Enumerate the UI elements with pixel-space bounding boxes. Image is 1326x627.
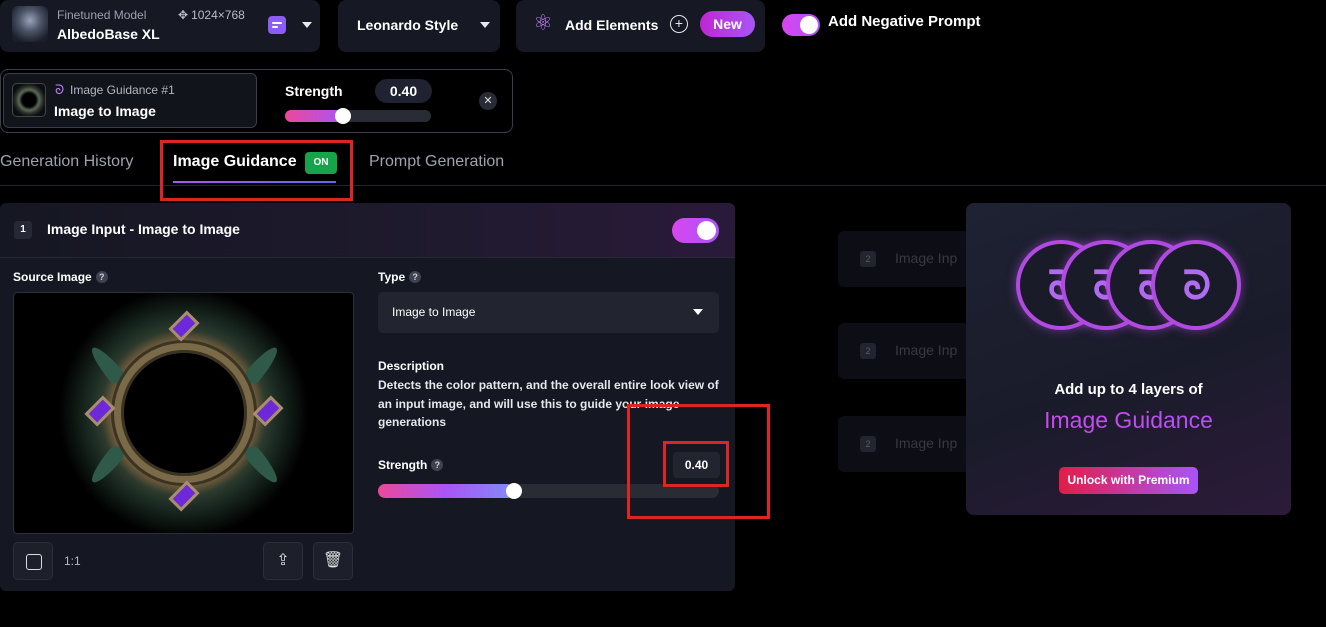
atom-icon: ⚛ [533,10,553,35]
source-image-label-text: Source Image [13,270,92,284]
plus-icon[interactable]: + [670,15,688,33]
unlock-premium-button[interactable]: Unlock with Premium [1059,467,1198,494]
trash-icon[interactable]: 🗑 [313,542,353,580]
gem-decoration [168,480,200,512]
negative-prompt-toggle[interactable] [782,14,820,36]
new-badge: New [700,11,755,37]
help-icon[interactable]: ? [95,271,108,283]
source-image[interactable] [13,292,354,534]
leaf-decoration [241,443,283,487]
locked-layer: 2 Image Inp [838,323,978,379]
prompt-tool-icon[interactable] [268,16,286,34]
type-label-text: Type [378,270,406,284]
layer-label: Image Inp [895,250,958,266]
move-icon: ✥ [178,8,189,22]
layer-number: 2 [860,251,876,267]
premium-subtitle: Image Guidance [966,407,1291,434]
layer-number: 2 [860,343,876,359]
negative-prompt-label: Add Negative Prompt [828,13,981,30]
guidance-chip-label: Image Guidance #1 [70,83,175,97]
upload-icon[interactable]: ⇪ [263,542,303,580]
image-dimensions[interactable]: ✥ 1024×768 [178,8,245,22]
slider-thumb[interactable] [335,108,352,124]
help-icon[interactable]: ? [409,271,422,283]
layer-number: 2 [860,436,876,452]
model-name: AlbedoBase XL [57,26,160,42]
tab-generation-history[interactable]: Generation History [0,153,133,171]
gem-decoration [84,395,116,427]
layer-label: Image Inp [895,342,958,358]
leaf-decoration [241,343,283,387]
chip-strength-slider[interactable] [285,108,431,124]
highlight-box-small [663,441,729,487]
tab-prompt-generation[interactable]: Prompt Generation [369,153,504,171]
aspect-ratio-button[interactable] [13,542,53,580]
layer-label: Image Inp [895,435,958,451]
model-avatar [12,6,48,42]
step-number: 1 [14,221,32,239]
gem-decoration [168,310,200,342]
type-value: Image to Image [392,305,476,319]
guidance-icon: ᘐ [55,82,65,97]
add-elements-label: Add Elements [565,17,659,33]
dimensions-value: 1024×768 [191,8,245,22]
card-title: Image Input - Image to Image [47,221,240,237]
locked-layer: 2 Image Inp [838,416,978,472]
guidance-chip-title: Image to Image [54,103,156,119]
guidance-layer-icon: ᘐ [1151,240,1241,330]
chip-strength-label: Strength [285,83,343,99]
help-icon[interactable]: ? [431,459,444,471]
chevron-down-icon[interactable] [302,22,312,28]
leaf-decoration [86,443,128,487]
type-label: Type? [378,270,422,284]
chevron-down-icon[interactable] [480,22,490,28]
locked-layer: 2 Image Inp [838,231,978,287]
source-image-label: Source Image? [13,270,108,284]
image-input-toggle[interactable] [672,218,719,243]
close-icon[interactable]: ✕ [479,92,497,110]
chip-strength-value[interactable]: 0.40 [375,79,432,103]
chevron-down-icon[interactable] [693,309,703,315]
highlight-box-tab [160,140,353,201]
strength-label-text: Strength [378,458,428,472]
toggle-knob [800,16,818,34]
slider-thumb[interactable] [506,483,523,499]
guidance-thumbnail [12,83,46,117]
toggle-knob [697,221,716,240]
style-label: Leonardo Style [357,17,459,33]
gem-decoration [252,395,284,427]
strength-label: Strength? [378,458,444,472]
aspect-ratio-label: 1:1 [64,554,81,568]
model-type-label: Finetuned Model [57,8,147,22]
premium-title: Add up to 4 layers of [1054,381,1203,398]
frame-ring [114,343,254,483]
slider-fill [378,484,515,498]
description-label: Description [378,359,445,373]
